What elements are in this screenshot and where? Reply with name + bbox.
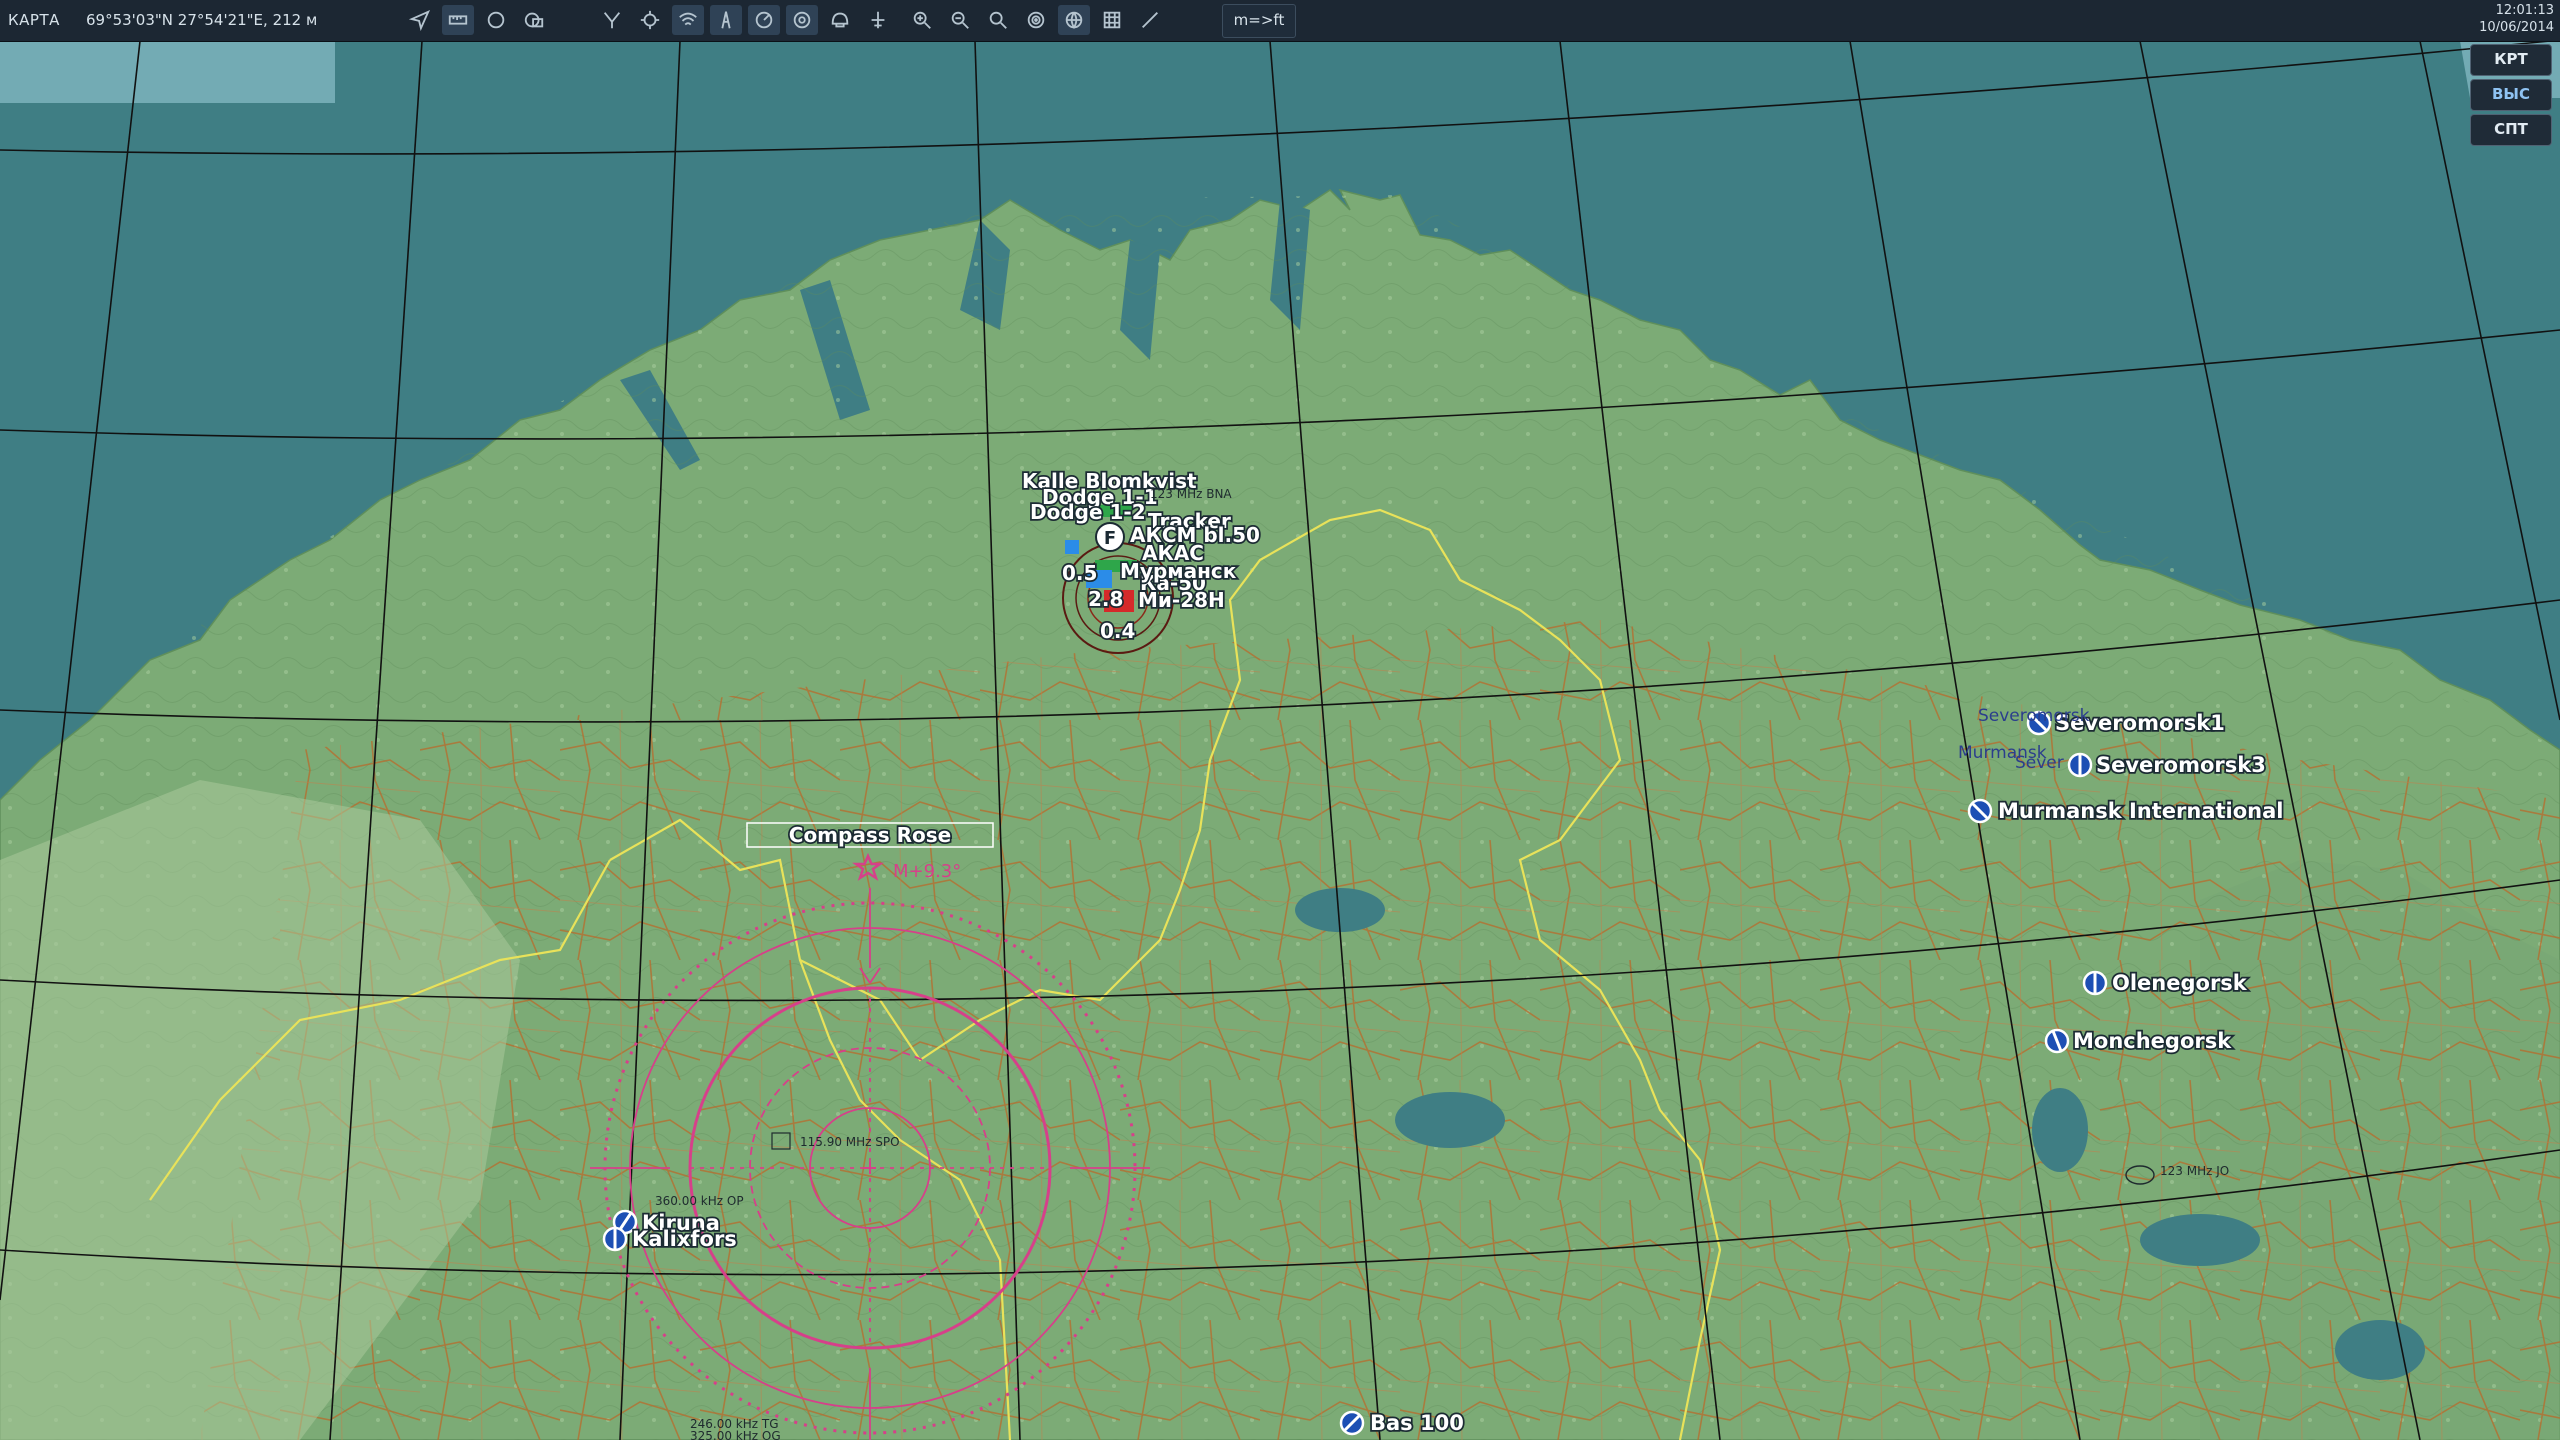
- map-view-button[interactable]: КРТ: [2470, 44, 2552, 76]
- cursor-coordinates: 69°53'03"N 27°54'21"E, 212 м: [86, 11, 318, 29]
- clock: 12:01:13 10/06/2014: [2479, 2, 2554, 36]
- airport-marker-murmansk[interactable]: Murmansk International: [1967, 797, 2285, 825]
- svg-text:Monchegorsk: Monchegorsk: [2073, 1029, 2232, 1053]
- unit-marker: [1065, 540, 1079, 554]
- grid-icon[interactable]: [1096, 5, 1128, 35]
- lake: [1395, 1092, 1505, 1148]
- signal-icon[interactable]: [672, 5, 704, 35]
- route-icon[interactable]: [596, 5, 628, 35]
- radar-zone-icon[interactable]: [786, 5, 818, 35]
- navaid-label: 123 MHz JO: [2160, 1164, 2229, 1178]
- svg-text:2.8: 2.8: [1088, 587, 1123, 611]
- clock-date: 10/06/2014: [2479, 20, 2554, 35]
- svg-text:Murmansk International: Murmansk International: [1998, 799, 2284, 823]
- helmet-icon[interactable]: [824, 5, 856, 35]
- navaid-label: 325.00 kHz OG: [690, 1429, 781, 1440]
- airport-marker-monchegorsk[interactable]: Monchegorsk: [2044, 1027, 2234, 1055]
- crosshair-icon[interactable]: [634, 5, 666, 35]
- svg-text:Compass Rose: Compass Rose: [789, 823, 951, 847]
- svg-text:0.5: 0.5: [1062, 561, 1097, 585]
- navigate-icon[interactable]: [404, 5, 436, 35]
- ice-edge: [0, 41, 335, 103]
- airport-marker-severomorsk3[interactable]: Severomorsk3: [2067, 751, 2268, 779]
- navaid-label: 360.00 kHz OP: [655, 1194, 744, 1208]
- navaid-label-spo: 115.90 MHz SPO: [800, 1135, 900, 1149]
- globe-icon[interactable]: [1058, 5, 1090, 35]
- ruler-icon[interactable]: [442, 5, 474, 35]
- svg-text:0.4: 0.4: [1100, 619, 1135, 643]
- altitude-view-button[interactable]: ВЫС: [2470, 79, 2552, 111]
- map-canvas[interactable]: Compass Rose M+9.3° 115.90 MHz SPO F Kal…: [0, 41, 2560, 1440]
- svg-text:123 MHz BNA: 123 MHz BNA: [1150, 487, 1232, 501]
- units-toggle-button[interactable]: m=>ft: [1222, 4, 1296, 38]
- lake: [2140, 1214, 2260, 1266]
- clock-time: 12:01:13: [2495, 3, 2554, 18]
- town-label: Sever: [2015, 753, 2064, 773]
- zoom-fit-icon[interactable]: [982, 5, 1014, 35]
- svg-text:Dodge 1-2: Dodge 1-2: [1030, 500, 1146, 524]
- layers-icon[interactable]: [518, 5, 550, 35]
- circle-icon[interactable]: [480, 5, 512, 35]
- lake: [2335, 1320, 2425, 1380]
- target-icon[interactable]: [1020, 5, 1052, 35]
- svg-text:Bas 100: Bas 100: [1370, 1411, 1464, 1435]
- svg-text:Olenegorsk: Olenegorsk: [2112, 971, 2248, 995]
- radar-icon[interactable]: [748, 5, 780, 35]
- svg-text:Severomorsk3: Severomorsk3: [2096, 753, 2266, 777]
- airport-icon[interactable]: [862, 5, 894, 35]
- svg-text:Мурманск: Мурманск: [1120, 559, 1237, 583]
- airport-marker-bas100[interactable]: Bas 100: [1339, 1409, 1466, 1437]
- town-label: Severomorsk: [1978, 706, 2090, 726]
- pencil-icon[interactable]: [1134, 5, 1166, 35]
- svg-text:M+9.3°: M+9.3°: [893, 861, 961, 882]
- top-toolbar: КАРТА 69°53'03"N 27°54'21"E, 212 м m=>ft…: [0, 0, 2560, 42]
- svg-text:F: F: [1104, 528, 1116, 549]
- svg-text:Kalixfors: Kalixfors: [632, 1227, 737, 1251]
- satellite-view-button[interactable]: СПТ: [2470, 114, 2552, 146]
- zoom-in-icon[interactable]: [906, 5, 938, 35]
- mode-label: КАРТА: [8, 11, 60, 29]
- zoom-out-icon[interactable]: [944, 5, 976, 35]
- tower-icon[interactable]: [710, 5, 742, 35]
- svg-text:Ми-28Н: Ми-28Н: [1138, 588, 1225, 612]
- lake-imandra: [2032, 1088, 2088, 1172]
